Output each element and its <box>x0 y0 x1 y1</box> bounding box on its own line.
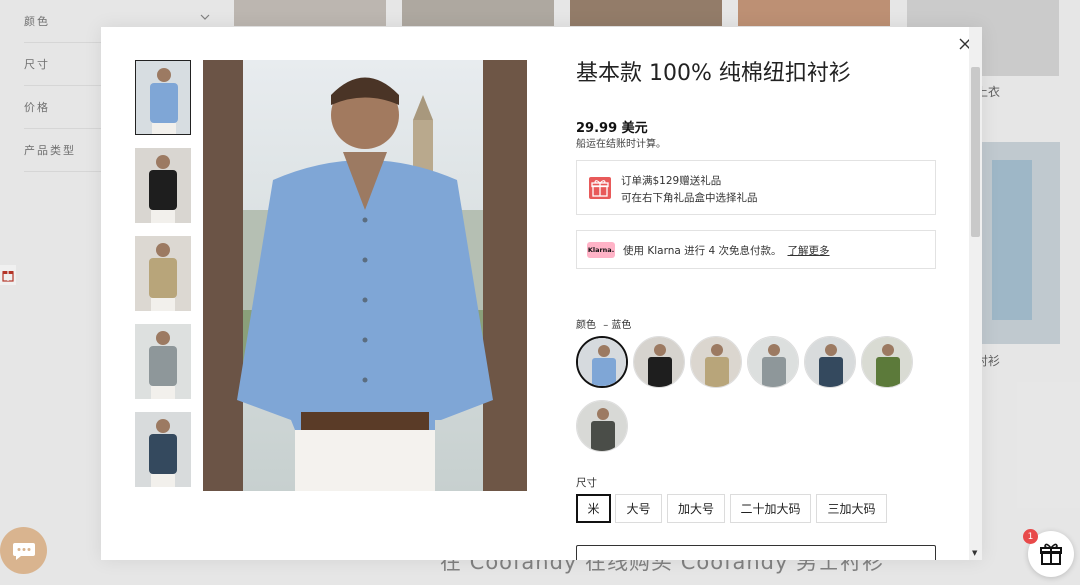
thumbnail-black[interactable] <box>135 148 191 223</box>
size-option-3xl[interactable]: 三加大码 <box>816 494 887 523</box>
size-option-l[interactable]: 大号 <box>615 494 662 523</box>
gift-icon <box>589 177 611 199</box>
main-product-image[interactable] <box>203 60 527 491</box>
color-swatch-charcoal[interactable] <box>576 400 628 452</box>
promo-line-2: 可在右下角礼品盒中选择礼品 <box>621 192 758 204</box>
gift-count-badge: 1 <box>1023 529 1038 544</box>
size-option-2xl[interactable]: 二十加大码 <box>730 494 811 523</box>
quantity-selector[interactable] <box>576 545 936 560</box>
promo-line-1: 订单满$129赠送礼品 <box>621 175 722 187</box>
product-price: 29.99 美元 <box>576 121 648 136</box>
chat-button[interactable] <box>0 527 47 574</box>
scrollbar-thumb[interactable] <box>971 67 980 237</box>
thumbnail-navy[interactable] <box>135 412 191 487</box>
scroll-down-arrow-icon[interactable]: ▼ <box>972 549 977 557</box>
size-option-m[interactable]: 米 <box>576 494 611 523</box>
gift-icon <box>1040 543 1062 565</box>
color-label-text: 颜色 <box>576 320 596 331</box>
klarna-message: 使用 Klarna 进行 4 次免息付款。 了解更多 <box>623 243 830 258</box>
size-label: 尺寸 <box>576 477 597 489</box>
size-option-xl[interactable]: 加大号 <box>667 494 725 523</box>
shipping-note: 船运在结账时计算。 <box>576 139 666 150</box>
color-swatch-green[interactable] <box>861 336 913 388</box>
color-swatch-blue[interactable] <box>576 336 628 388</box>
color-swatch-black[interactable] <box>633 336 685 388</box>
color-swatch-khaki[interactable] <box>690 336 742 388</box>
gift-promo-box: 订单满$129赠送礼品 可在右下角礼品盒中选择礼品 <box>576 160 936 215</box>
color-label: 颜色 – 蓝色 <box>576 316 631 331</box>
color-swatch-grey[interactable] <box>747 336 799 388</box>
chat-bubble-icon <box>12 542 35 560</box>
color-selected-value: – 蓝色 <box>603 320 632 331</box>
thumbnail-khaki[interactable] <box>135 236 191 311</box>
product-title: 基本款 100% 纯棉纽扣衬衫 <box>576 61 851 86</box>
klarna-learn-more-link[interactable]: 了解更多 <box>788 245 830 257</box>
thumbnail-blue[interactable] <box>135 60 191 135</box>
thumbnail-grey[interactable] <box>135 324 191 399</box>
color-swatch-navy[interactable] <box>804 336 856 388</box>
klarna-box: Klarna. 使用 Klarna 进行 4 次免息付款。 了解更多 <box>576 230 936 269</box>
klarna-logo: Klarna. <box>587 242 615 258</box>
klarna-text: 使用 Klarna 进行 4 次免息付款。 <box>623 245 782 257</box>
quick-view-modal: 基本款 100% 纯棉纽扣衬衫 29.99 美元 船运在结账时计算。 订单满$1… <box>101 27 982 560</box>
